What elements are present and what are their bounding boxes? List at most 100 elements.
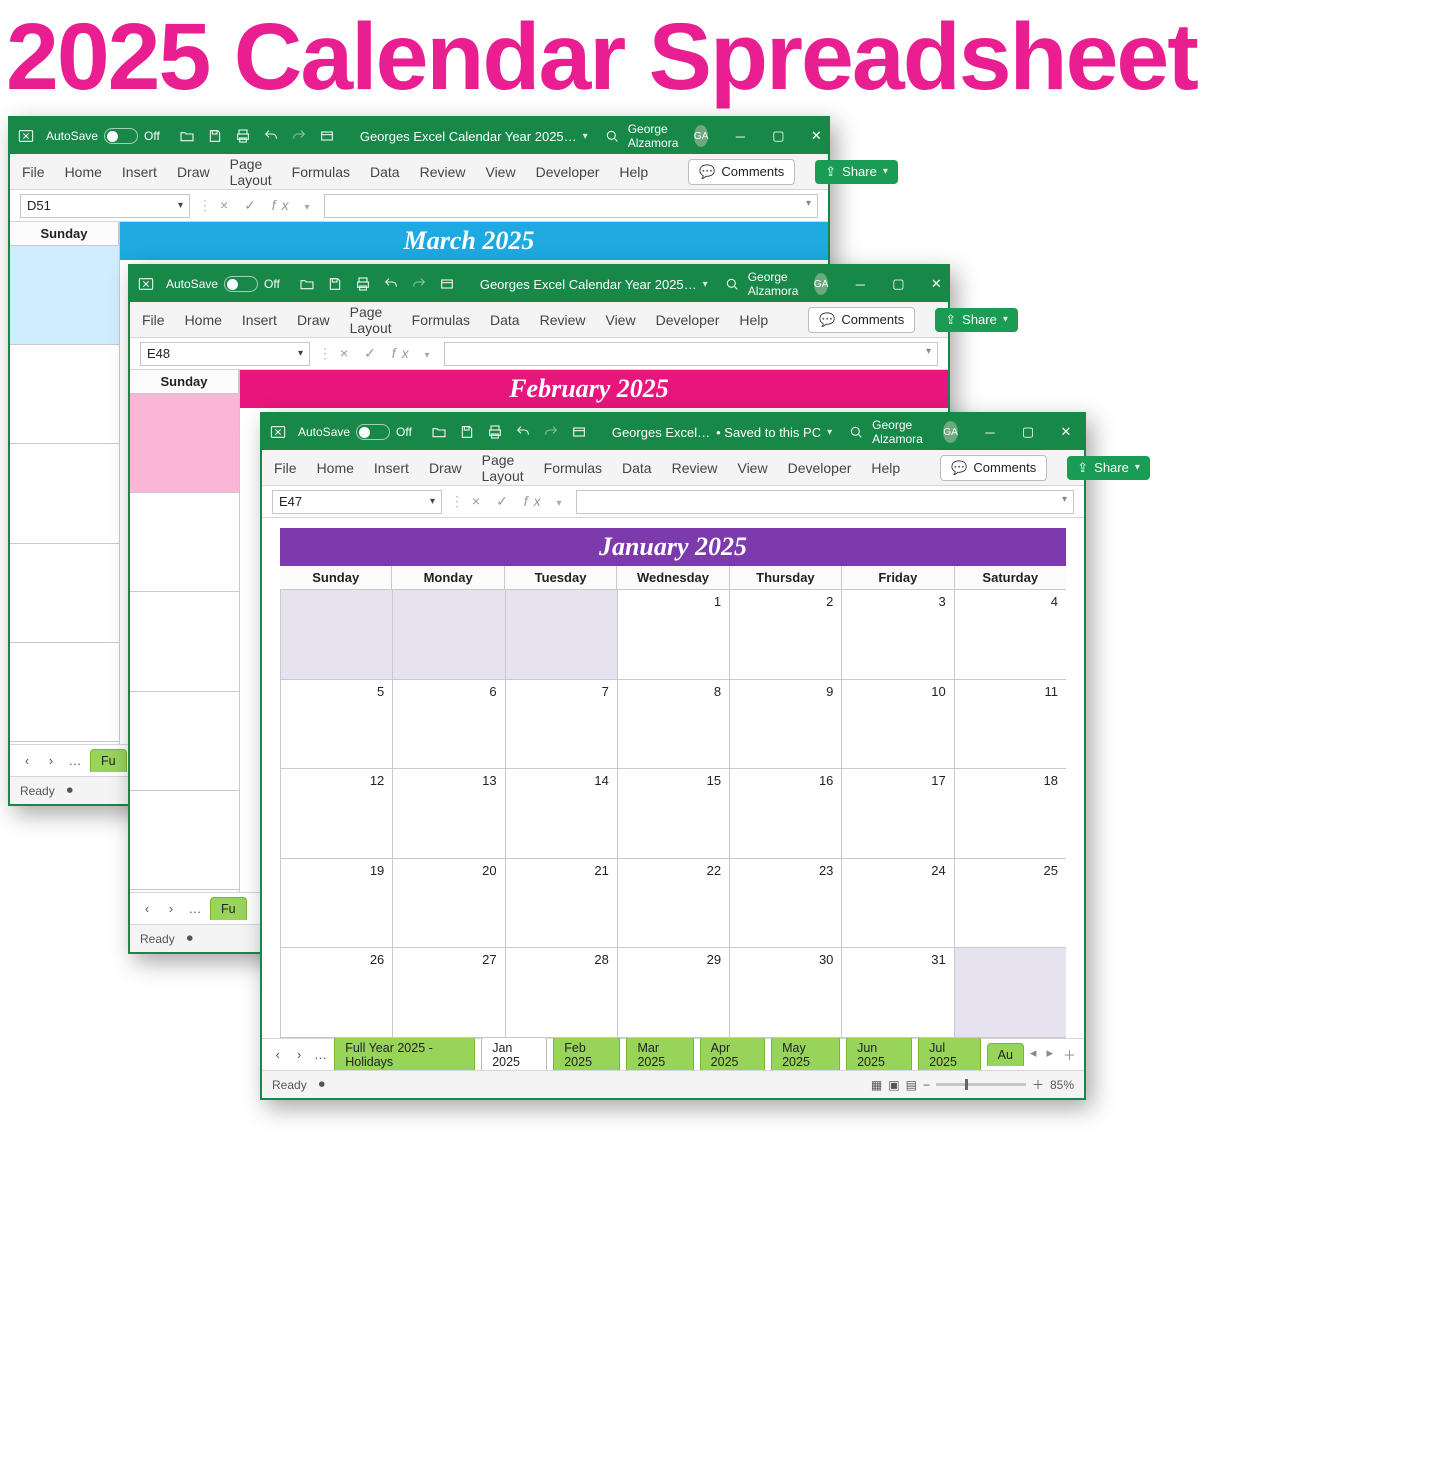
ribbon-tab[interactable]: Home: [65, 164, 102, 180]
rec-icon[interactable]: ⏺: [67, 783, 73, 798]
tab-next-button[interactable]: ›: [162, 901, 180, 916]
autosave-toggle[interactable]: [224, 276, 258, 292]
ribbon-tab[interactable]: Formulas: [412, 312, 470, 328]
calendar-cell[interactable]: 6: [393, 680, 505, 770]
save-icon[interactable]: [206, 127, 224, 145]
calendar-cell[interactable]: 14: [506, 769, 618, 859]
minimize-button[interactable]: ─: [980, 422, 1000, 442]
ribbon-tab[interactable]: Data: [622, 460, 652, 476]
tab-more-button[interactable]: …: [66, 753, 84, 768]
ribbon-tab[interactable]: Developer: [536, 164, 600, 180]
maximize-button[interactable]: ▢: [1018, 422, 1038, 442]
undo-icon[interactable]: [382, 275, 400, 293]
calendar-cell[interactable]: [393, 590, 505, 680]
sheet-tab[interactable]: Full Year 2025 - Holidays: [334, 1036, 475, 1073]
ribbon-tab[interactable]: Page Layout: [350, 304, 392, 336]
tab-more-button[interactable]: …: [313, 1047, 328, 1062]
calendar-cell[interactable]: 15: [618, 769, 730, 859]
ribbon-tab[interactable]: Help: [739, 312, 768, 328]
ribbon-tab[interactable]: Review: [420, 164, 466, 180]
name-box[interactable]: E47▾: [272, 490, 442, 514]
sheet-tab[interactable]: Fu: [210, 897, 247, 920]
formula-input[interactable]: ▾: [444, 342, 939, 366]
undo-icon[interactable]: [514, 423, 532, 441]
redo-icon[interactable]: [542, 423, 560, 441]
calendar-cell[interactable]: 16: [730, 769, 842, 859]
zoom-slider[interactable]: [936, 1083, 1026, 1086]
calendar-cell[interactable]: 2: [730, 590, 842, 680]
open-icon[interactable]: [298, 275, 316, 293]
view-break-icon[interactable]: ▤: [906, 1078, 917, 1092]
calendar-cell[interactable]: 24: [842, 859, 954, 949]
comments-button[interactable]: 💬 Comments: [688, 159, 795, 185]
fx-controls[interactable]: × ✓ fx ▾: [220, 197, 316, 214]
redo-icon[interactable]: [410, 275, 428, 293]
calendar-cell[interactable]: 4: [955, 590, 1066, 680]
tab-prev-button[interactable]: ‹: [270, 1047, 285, 1062]
maximize-button[interactable]: ▢: [888, 274, 908, 294]
ribbon-tab[interactable]: Developer: [656, 312, 720, 328]
ribbon-tab[interactable]: Draw: [429, 460, 462, 476]
print-icon[interactable]: [354, 275, 372, 293]
calendar-cell[interactable]: 19: [281, 859, 393, 949]
search-icon[interactable]: [724, 275, 740, 293]
ribbon-tab[interactable]: File: [22, 164, 45, 180]
avatar[interactable]: GA: [694, 125, 708, 147]
sheet-tab[interactable]: Jul 2025: [918, 1036, 980, 1073]
open-icon[interactable]: [430, 423, 448, 441]
rec-icon[interactable]: ⏺: [319, 1077, 325, 1092]
fx-controls[interactable]: × ✓ fx ▾: [340, 345, 436, 362]
ribbon-tab[interactable]: Home: [317, 460, 354, 476]
close-button[interactable]: ✕: [926, 274, 946, 294]
calendar-cell[interactable]: 18: [955, 769, 1066, 859]
ribbon-tab[interactable]: Review: [540, 312, 586, 328]
calendar-cell[interactable]: 7: [506, 680, 618, 770]
calendar-cell[interactable]: 9: [730, 680, 842, 770]
autosave-toggle[interactable]: [356, 424, 390, 440]
chevron-down-icon[interactable]: ▾: [583, 131, 588, 142]
open-icon[interactable]: [178, 127, 196, 145]
ribbon-tab[interactable]: Help: [619, 164, 648, 180]
view-normal-icon[interactable]: ▦: [871, 1078, 882, 1092]
ribbon-tab[interactable]: Insert: [374, 460, 409, 476]
calendar-cell[interactable]: 23: [730, 859, 842, 949]
more-icon[interactable]: [318, 127, 336, 145]
ribbon-tab[interactable]: Data: [370, 164, 400, 180]
search-icon[interactable]: [604, 127, 620, 145]
calendar-cell[interactable]: 13: [393, 769, 505, 859]
search-icon[interactable]: [848, 423, 864, 441]
share-button[interactable]: ⇪ Share ▾: [1067, 456, 1150, 480]
calendar-cell[interactable]: 22: [618, 859, 730, 949]
calendar-cell[interactable]: 27: [393, 948, 505, 1038]
calendar-cell[interactable]: 12: [281, 769, 393, 859]
fx-controls[interactable]: × ✓ fx ▾: [472, 493, 568, 510]
more-icon[interactable]: [570, 423, 588, 441]
sheet-tab[interactable]: Jan 2025: [481, 1036, 547, 1073]
minimize-button[interactable]: ─: [730, 126, 750, 146]
calendar-cell[interactable]: 28: [506, 948, 618, 1038]
more-icon[interactable]: [438, 275, 456, 293]
sheet-tab[interactable]: Apr 2025: [700, 1036, 765, 1073]
print-icon[interactable]: [486, 423, 504, 441]
calendar-cell[interactable]: 11: [955, 680, 1066, 770]
calendar-cell[interactable]: 5: [281, 680, 393, 770]
avatar[interactable]: GA: [814, 273, 828, 295]
undo-icon[interactable]: [262, 127, 280, 145]
ribbon-tab[interactable]: Insert: [122, 164, 157, 180]
ribbon-tab[interactable]: Home: [185, 312, 222, 328]
autosave-toggle[interactable]: [104, 128, 138, 144]
calendar-cell[interactable]: [955, 948, 1066, 1038]
calendar-cell[interactable]: 8: [618, 680, 730, 770]
comments-button[interactable]: 💬 Comments: [940, 455, 1047, 481]
chevron-down-icon[interactable]: ▾: [703, 279, 708, 290]
rec-icon[interactable]: ⏺: [187, 931, 193, 946]
calendar-cell[interactable]: 3: [842, 590, 954, 680]
tab-prev-button[interactable]: ‹: [138, 901, 156, 916]
tab-prev-button[interactable]: ‹: [18, 753, 36, 768]
sheet-tab[interactable]: Au: [987, 1043, 1024, 1066]
share-button[interactable]: ⇪ Share ▾: [935, 308, 1018, 332]
calendar-cell[interactable]: 25: [955, 859, 1066, 949]
ribbon-tab[interactable]: View: [605, 312, 635, 328]
close-button[interactable]: ✕: [1056, 422, 1076, 442]
minimize-button[interactable]: ─: [850, 274, 870, 294]
